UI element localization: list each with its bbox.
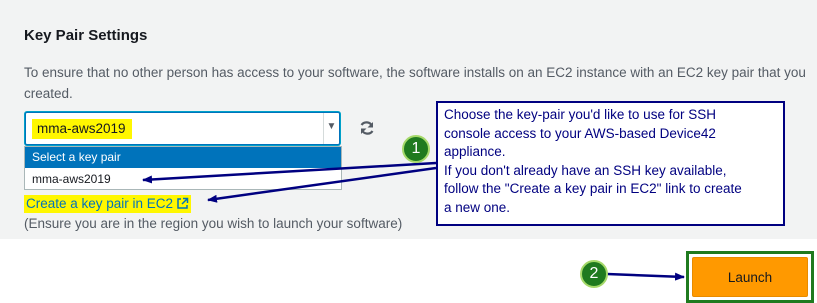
launch-highlight: Launch bbox=[686, 251, 814, 303]
step-1-badge: 1 bbox=[402, 135, 430, 163]
step-2-badge: 2 bbox=[580, 260, 608, 288]
launch-button[interactable]: Launch bbox=[692, 257, 808, 297]
arrow-to-create-link bbox=[207, 166, 437, 203]
arrow-to-launch bbox=[606, 272, 685, 281]
arrow-to-key-pair-option bbox=[142, 161, 437, 184]
